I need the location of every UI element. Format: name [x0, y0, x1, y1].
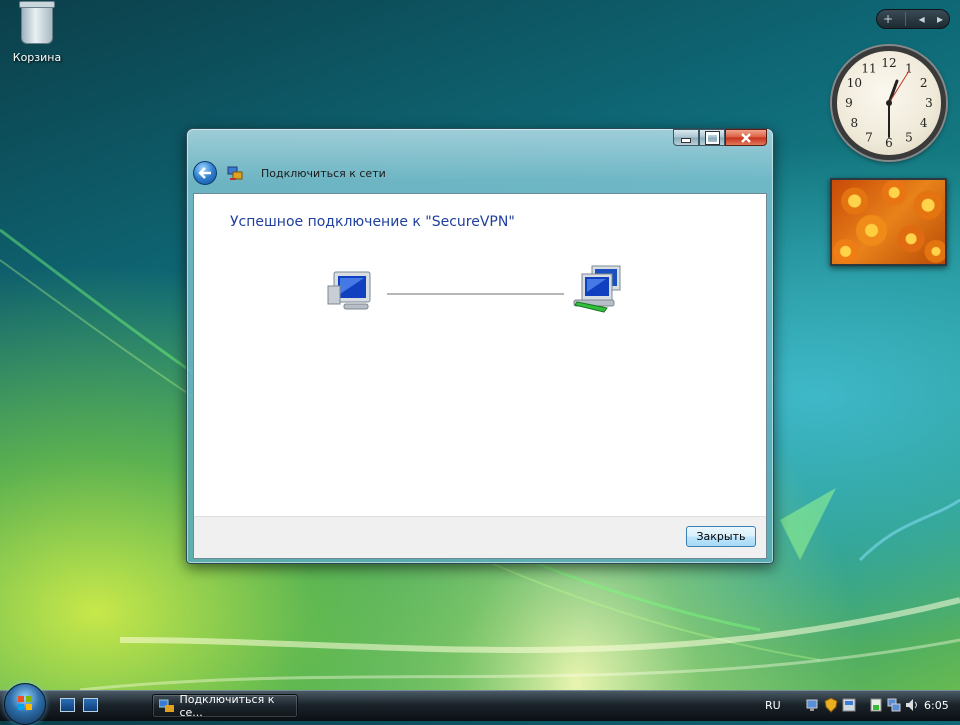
clock-numeral: 10 [847, 76, 862, 90]
sidebar-add-gadget-button[interactable]: + [883, 12, 893, 26]
navigation-bar: Подключиться к сети [193, 159, 767, 187]
tray-volume-icon[interactable] [905, 697, 919, 713]
taskbar-item-connect-network[interactable]: Подключиться к се... [152, 693, 298, 719]
system-clock[interactable]: 6:05 [924, 699, 949, 712]
connect-to-network-window: Подключиться к сети Успешное подключение… [186, 128, 774, 564]
clock-numeral: 4 [920, 116, 928, 130]
tray-network-icon[interactable] [806, 697, 820, 713]
network-wizard-icon [159, 699, 174, 712]
clock-numeral: 11 [861, 61, 876, 75]
local-computer-icon [327, 271, 371, 310]
clock-numeral: 9 [845, 96, 853, 110]
notification-area [806, 697, 856, 713]
clock-numeral: 1 [905, 61, 913, 75]
quick-launch [60, 698, 98, 712]
clock-numeral: 2 [920, 76, 928, 90]
clock-numeral: 6 [885, 136, 893, 150]
network-computers-icon [573, 265, 621, 313]
wizard-content: Успешное подключение к "SecureVPN" Закры… [193, 193, 767, 559]
window-controls [673, 129, 767, 146]
tray-battery-icon[interactable] [869, 697, 883, 713]
wizard-footer: Закрыть [194, 516, 766, 558]
clock-numeral: 8 [851, 116, 859, 130]
tray-security-shield-icon[interactable] [824, 697, 838, 713]
recycle-bin-label: Корзина [12, 51, 62, 64]
start-button[interactable] [4, 683, 46, 725]
window-title: Подключиться к сети [261, 166, 386, 180]
show-desktop-icon[interactable] [83, 698, 98, 712]
clock-gadget[interactable]: 11 10 9 8 7 6 5 4 3 2 1 12 [832, 46, 946, 160]
back-button[interactable] [193, 161, 217, 185]
clock-center [886, 100, 892, 106]
minimize-icon [681, 138, 691, 143]
clock-numeral: 5 [905, 131, 913, 145]
network-wizard-icon [227, 166, 243, 180]
sidebar-controls: + ◂ ▸ [876, 9, 950, 29]
minimize-button[interactable] [673, 129, 699, 146]
back-arrow-icon [198, 167, 211, 179]
clock-numeral: 3 [925, 96, 933, 110]
maximize-icon [704, 130, 720, 145]
clock-numeral: 12 [881, 56, 896, 70]
language-indicator[interactable]: RU [765, 699, 781, 712]
switch-windows-icon[interactable] [60, 698, 75, 712]
taskbar-item-label: Подключиться к се... [179, 693, 275, 719]
windows-logo-icon [18, 696, 32, 710]
recycle-bin-icon [19, 1, 55, 44]
notification-area-system [869, 697, 919, 713]
close-icon [741, 132, 751, 143]
tray-program-icon[interactable] [842, 697, 856, 713]
sidebar-controls-divider [905, 12, 907, 26]
maximize-button[interactable] [699, 129, 725, 146]
clock-numeral: 7 [865, 131, 873, 145]
taskbar: Подключиться к се... RU 6:05 [0, 683, 960, 725]
close-button[interactable]: Закрыть [686, 526, 756, 547]
connection-diagram [327, 265, 621, 313]
tray-vpn-network-icon[interactable] [887, 697, 901, 713]
sidebar-prev-button[interactable]: ◂ [919, 12, 925, 26]
clock-face: 1110 9 87 6 54 3 21 12 [845, 56, 933, 150]
clock-second-hand [888, 70, 910, 104]
recycle-bin-desktop-icon[interactable]: Корзина [10, 1, 64, 64]
sidebar-next-button[interactable]: ▸ [937, 12, 943, 26]
slideshow-gadget[interactable] [830, 178, 947, 266]
close-window-button[interactable] [725, 129, 767, 146]
